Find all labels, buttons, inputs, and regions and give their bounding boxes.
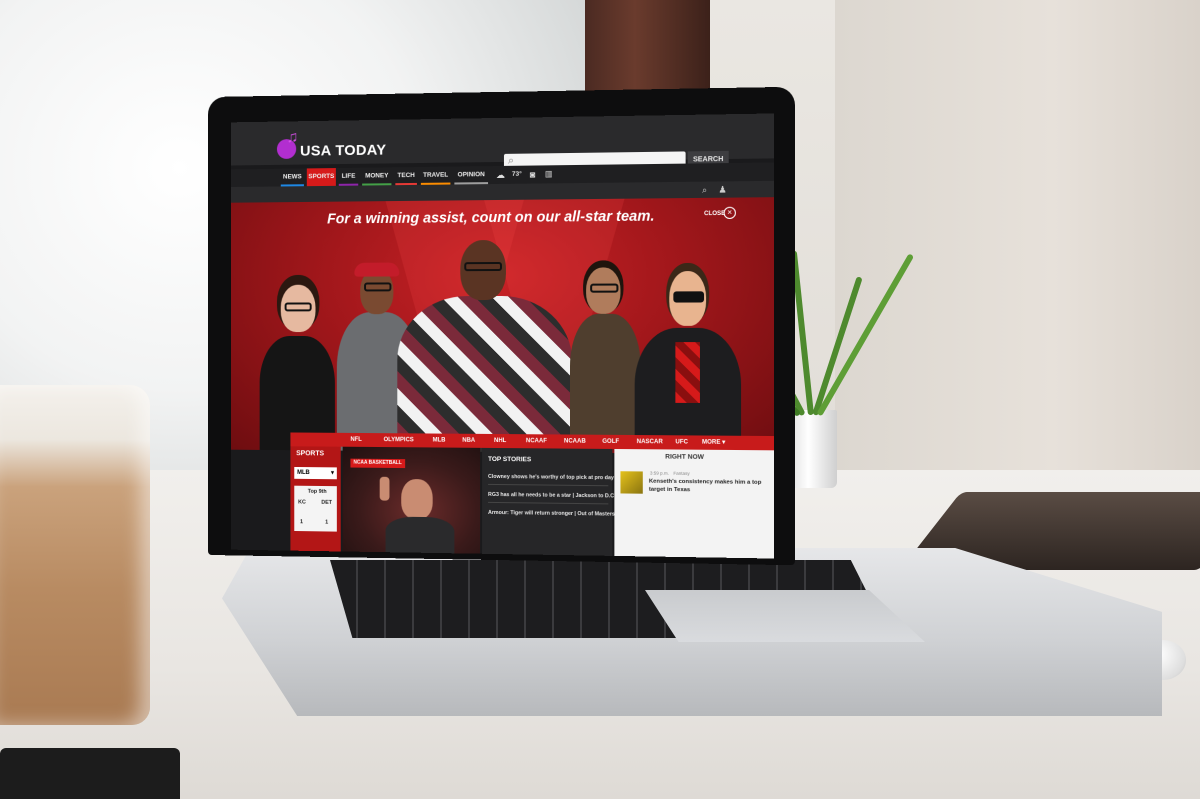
subnav-item-nfl[interactable]: NFL <box>350 433 361 447</box>
sunglasses <box>673 291 704 302</box>
team-b: DET <box>321 500 332 506</box>
story-tag[interactable]: Fantasy <box>673 471 689 476</box>
weather-temp[interactable]: 73° <box>512 166 522 184</box>
weather-icon[interactable]: ☁ <box>496 166 505 184</box>
nav-item-life[interactable]: LIFE <box>339 168 358 186</box>
chevron-down-icon: ▾ <box>331 467 334 479</box>
nav-label: SPORTS <box>308 173 334 180</box>
nav-label: MONEY <box>365 172 388 179</box>
nav-item-money[interactable]: MONEY <box>362 167 391 185</box>
story-headline[interactable]: Kenseth's consistency makes him a top ta… <box>649 479 762 495</box>
camera-icon[interactable]: ◙ <box>530 166 535 184</box>
nav-label: LIFE <box>342 173 356 180</box>
music-note-icon: ♫ <box>287 129 299 147</box>
scene-background: ♫ USA TODAY ⌕ SEARCH NEWS SPORTS LIFE MO… <box>0 0 1200 799</box>
nav-item-sports[interactable]: SPORTS <box>307 168 336 186</box>
story-time: 3:59 p.m. <box>650 471 669 476</box>
person-body <box>570 314 641 445</box>
nav-item-opinion[interactable]: OPINION <box>454 166 488 184</box>
phone-device <box>0 748 180 799</box>
nav-label: TRAVEL <box>423 172 448 179</box>
hero-headline: For a winning assist, count on our all-s… <box>327 209 654 228</box>
nav-item-news[interactable]: NEWS <box>281 168 304 186</box>
wall <box>835 0 1200 480</box>
subnav-item-nba[interactable]: NBA <box>462 434 475 448</box>
sports-label[interactable]: SPORTS <box>296 450 324 457</box>
nav-label: TECH <box>397 172 414 179</box>
nav-item-tech[interactable]: TECH <box>395 167 417 185</box>
site-logo[interactable]: USA TODAY <box>300 142 386 160</box>
nav-label: OPINION <box>458 171 485 178</box>
subnav-item-nascar[interactable]: NASCAR <box>637 435 663 449</box>
hero-ad[interactable] <box>231 197 774 454</box>
chart-icon[interactable]: ▥ <box>545 165 553 183</box>
glasses <box>285 302 312 311</box>
laptop-screen: ♫ USA TODAY ⌕ SEARCH NEWS SPORTS LIFE MO… <box>231 113 774 558</box>
league-select[interactable]: MLB ▾ <box>294 467 337 479</box>
glasses <box>364 282 391 291</box>
subnav-item-ncaab[interactable]: NCAAB <box>564 434 586 448</box>
right-now-title: RIGHT NOW <box>665 453 704 460</box>
sweater-vest <box>675 342 700 403</box>
latte-mug <box>0 385 150 725</box>
thumbs-up-hand <box>380 477 390 501</box>
nav-label: NEWS <box>283 173 302 180</box>
game-status: Top 9th <box>308 489 327 495</box>
feature-tag[interactable]: NCAA BASKETBALL <box>350 459 404 468</box>
subnav-item-ufc[interactable]: UFC <box>675 435 688 449</box>
close-icon[interactable]: × <box>724 207 736 219</box>
subnav-item-more[interactable]: MORE ▾ <box>702 436 725 450</box>
subnav-item-mlb[interactable]: MLB <box>433 434 446 448</box>
score-b: 1 <box>325 520 328 526</box>
user-icon[interactable]: ♟ <box>718 181 726 197</box>
coach-body <box>386 516 455 553</box>
score-a: 1 <box>300 519 303 525</box>
subnav-item-olympics[interactable]: OLYMPICS <box>384 433 414 447</box>
team-a: KC <box>298 500 306 506</box>
person-body <box>397 296 572 455</box>
cap <box>354 263 399 277</box>
close-label[interactable]: CLOSE <box>704 211 725 217</box>
right-now-panel <box>614 449 774 559</box>
subnav-item-ncaaf[interactable]: NCAAF <box>526 434 547 448</box>
nav-item-travel[interactable]: TRAVEL <box>421 167 451 185</box>
glasses <box>590 284 618 293</box>
coach-head <box>401 479 432 519</box>
subnav-item-golf[interactable]: GOLF <box>602 435 619 449</box>
subnav-item-nhl[interactable]: NHL <box>494 434 506 448</box>
league-value: MLB <box>297 470 310 476</box>
search-icon[interactable]: ⌕ <box>702 182 707 198</box>
story-thumbnail[interactable] <box>620 471 642 493</box>
top-stories-title: TOP STORIES <box>488 456 531 463</box>
glasses <box>464 262 502 271</box>
